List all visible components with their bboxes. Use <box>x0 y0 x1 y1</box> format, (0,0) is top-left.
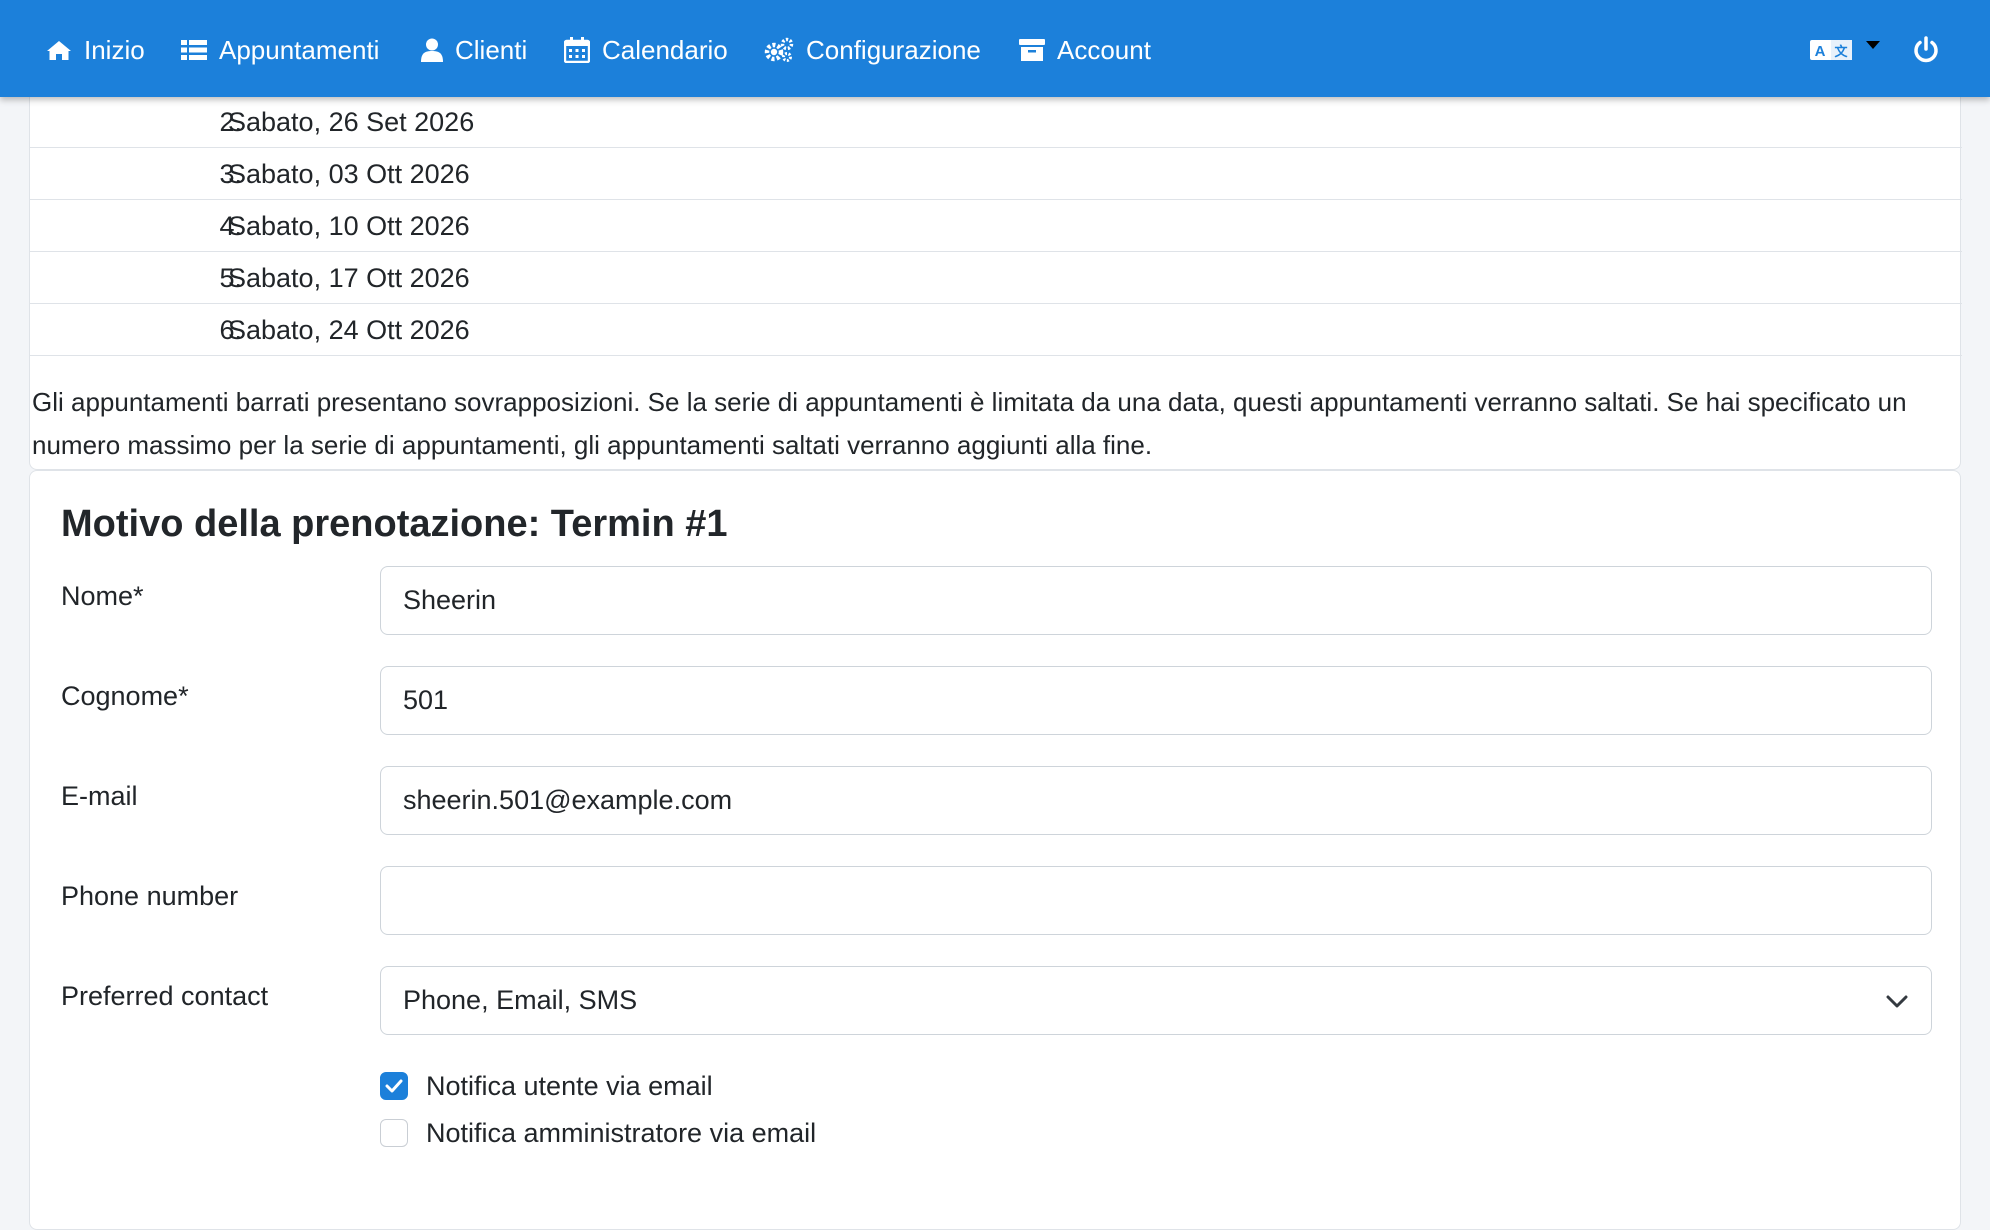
list-icon <box>181 40 207 60</box>
gears-icon <box>764 37 794 62</box>
notify-admin-label: Notifica amministratore via email <box>426 1117 817 1148</box>
list-item: 5. Sabato, 17 Ott 2026 <box>30 252 1962 304</box>
power-button[interactable] <box>1912 28 1940 72</box>
nome-label: Nome* <box>61 581 144 611</box>
nav-item-clienti[interactable]: Clienti <box>421 28 527 72</box>
nav-item-label: Configurazione <box>806 34 981 65</box>
list-item: 4. Sabato, 10 Ott 2026 <box>30 200 1962 252</box>
checkbox-unchecked[interactable] <box>380 1119 408 1147</box>
nav-item-configurazione[interactable]: Configurazione <box>764 28 981 72</box>
nome-input[interactable] <box>380 566 1932 635</box>
language-dropdown[interactable]: A 文 <box>1810 28 1882 72</box>
svg-text:文: 文 <box>1834 44 1848 60</box>
date-text: Sabato, 24 Ott 2026 <box>228 315 470 345</box>
overlap-note: Gli appuntamenti barrati presentano sovr… <box>32 387 1907 460</box>
user-icon <box>421 38 443 62</box>
booking-form-card: Motivo della prenotazione: Termin #1 Nom… <box>29 470 1961 1230</box>
preferred-contact-label: Preferred contact <box>61 981 269 1011</box>
nav-item-label: Appuntamenti <box>219 34 380 65</box>
nav-item-account[interactable]: Account <box>1019 28 1151 72</box>
nav-item-label: Clienti <box>455 34 528 65</box>
list-item: 3. Sabato, 03 Ott 2026 <box>30 148 1962 200</box>
phone-input[interactable] <box>380 866 1932 935</box>
form-title: Motivo della prenotazione: Termin #1 <box>61 503 728 545</box>
phone-label: Phone number <box>61 881 239 911</box>
email-label: E-mail <box>61 781 138 811</box>
date-text: Sabato, 10 Ott 2026 <box>228 211 470 241</box>
recurring-dates-card: 2. Sabato, 26 Set 2026 3. Sabato, 03 Ott… <box>29 60 1962 470</box>
power-icon <box>1914 36 1938 63</box>
svg-text:A: A <box>1815 43 1826 60</box>
caret-down-icon <box>1866 41 1880 49</box>
nav-item-label: Account <box>1057 34 1151 65</box>
email-input[interactable] <box>380 766 1932 835</box>
nav-item-calendario[interactable]: Calendario <box>564 28 728 72</box>
notify-user-checkbox[interactable]: Notifica utente via email <box>380 1068 713 1104</box>
home-icon <box>47 41 71 60</box>
check-icon <box>385 1079 403 1093</box>
nav-item-inizio[interactable]: Inizio <box>46 28 145 72</box>
nav-item-appuntamenti[interactable]: Appuntamenti <box>181 28 379 72</box>
cognome-label: Cognome* <box>61 681 189 711</box>
nav-item-label: Calendario <box>602 34 728 65</box>
notify-user-label: Notifica utente via email <box>426 1070 713 1101</box>
date-text: Sabato, 26 Set 2026 <box>228 107 475 137</box>
preferred-contact-select[interactable]: Phone, Email, SMS <box>380 966 1932 1035</box>
chevron-down-icon <box>1886 995 1908 1008</box>
calendar-icon <box>564 37 590 63</box>
notify-admin-checkbox[interactable]: Notifica amministratore via email <box>380 1115 816 1151</box>
top-navbar: Inizio Appuntamenti Clienti Calendario C… <box>0 0 1990 97</box>
nav-item-label: Inizio <box>84 34 145 65</box>
preferred-contact-value: Phone, Email, SMS <box>403 985 638 1015</box>
date-text: Sabato, 03 Ott 2026 <box>228 159 470 189</box>
date-text: Sabato, 17 Ott 2026 <box>228 263 470 293</box>
list-item: 6. Sabato, 24 Ott 2026 <box>30 304 1962 356</box>
translate-icon: A 文 <box>1810 40 1852 60</box>
checkbox-checked[interactable] <box>380 1072 408 1100</box>
cognome-input[interactable] <box>380 666 1932 735</box>
list-item: 2. Sabato, 26 Set 2026 <box>30 96 1962 148</box>
archive-icon <box>1019 39 1045 61</box>
